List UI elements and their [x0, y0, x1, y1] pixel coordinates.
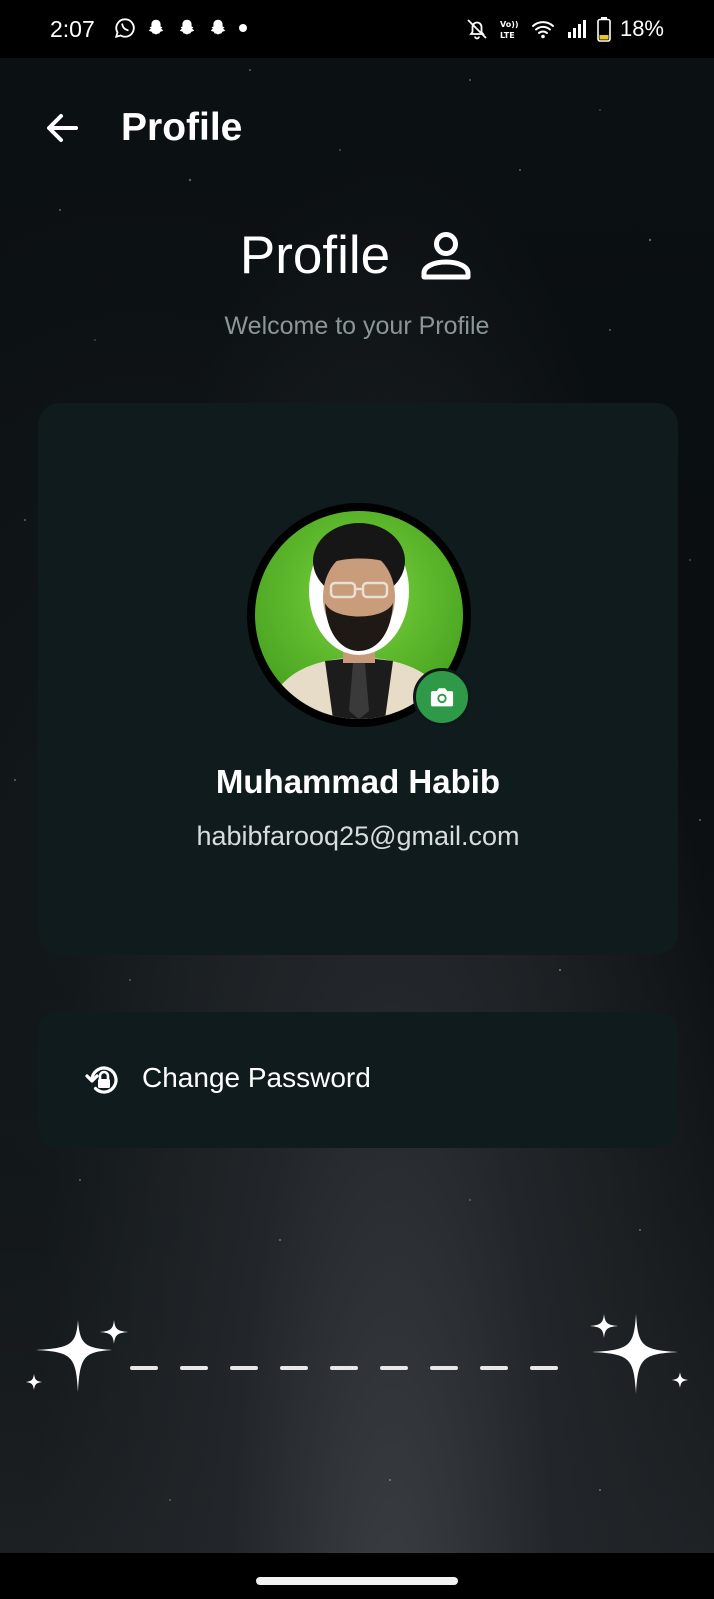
battery-percent: 18%	[619, 16, 664, 41]
status-time: 2:07	[50, 16, 95, 42]
person-icon	[421, 232, 471, 280]
snapchat-icon	[148, 19, 164, 35]
back-button[interactable]	[40, 106, 84, 150]
svg-text:LTE: LTE	[500, 31, 515, 40]
app-bar-title: Profile	[121, 106, 243, 149]
change-photo-button[interactable]	[413, 668, 471, 726]
signal-icon	[567, 20, 586, 38]
snapchat-icon	[210, 19, 226, 35]
page-subtitle: Welcome to your Profile	[224, 312, 490, 340]
navigation-bar	[0, 1553, 714, 1599]
home-indicator[interactable]	[256, 1577, 458, 1585]
status-bar: 2:07 Vo)) LTE 18%	[0, 0, 714, 58]
whatsapp-icon	[114, 18, 135, 39]
change-password-label: Change Password	[142, 1062, 371, 1093]
bell-off-icon	[467, 19, 487, 40]
snapchat-icon	[179, 19, 195, 35]
wifi-icon	[531, 21, 554, 39]
lock-reset-icon	[85, 1066, 118, 1094]
dot-icon	[239, 24, 247, 32]
arrow-back-icon	[47, 114, 78, 142]
profile-card: Muhammad Habib habibfarooq25@gmail.com	[38, 403, 678, 955]
avatar-container	[247, 503, 471, 727]
notification-icons	[114, 17, 248, 39]
sparkle-divider	[26, 1314, 688, 1394]
app-bar: Profile	[0, 92, 714, 166]
volte-icon: Vo)) LTE	[500, 20, 519, 40]
svg-text:Vo)): Vo))	[500, 20, 519, 29]
battery-icon	[597, 17, 611, 42]
system-icons: Vo)) LTE 18%	[465, 16, 664, 42]
user-email: habibfarooq25@gmail.com	[196, 821, 520, 851]
page-title: Profile	[239, 225, 391, 285]
user-name: Muhammad Habib	[215, 763, 501, 800]
page-heading-row: Profile	[0, 220, 714, 290]
change-password-button[interactable]: Change Password	[38, 1012, 678, 1148]
camera-icon	[430, 688, 454, 707]
profile-screen: 2:07 Vo)) LTE 18% Profile Profile Welcom…	[0, 0, 714, 1599]
